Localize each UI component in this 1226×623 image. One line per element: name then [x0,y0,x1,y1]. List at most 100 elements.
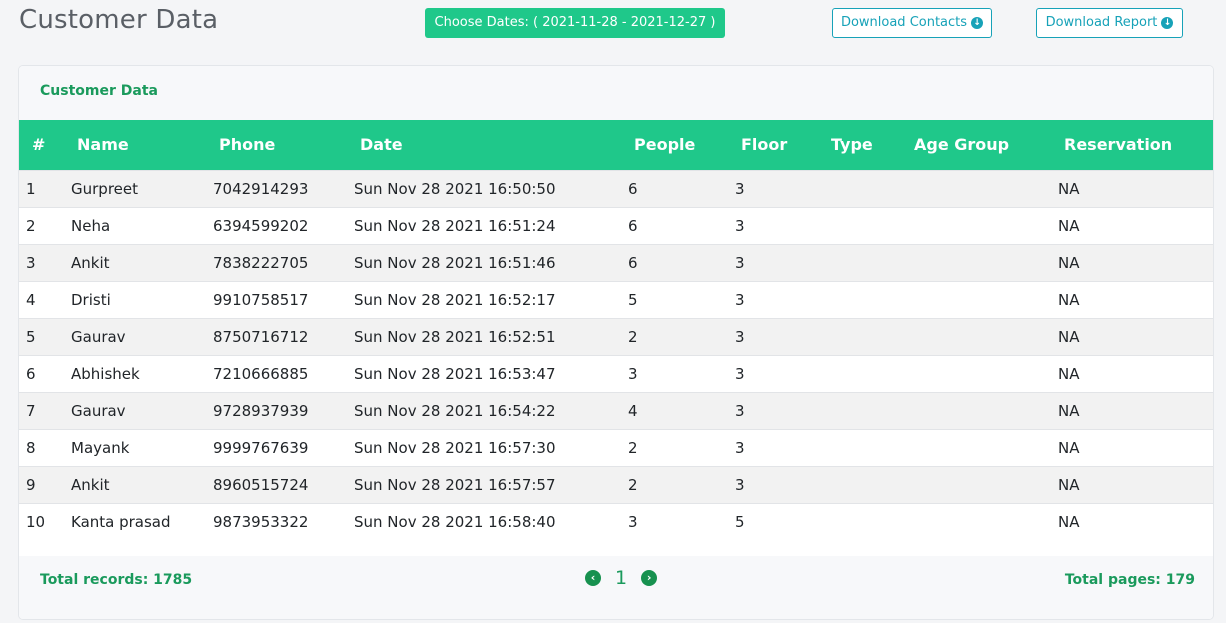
table-row[interactable]: 4 Dristi 9910758517 Sun Nov 28 2021 16:52:1… [19,281,1213,318]
phone-cell: 7042914293 [213,179,309,198]
page-number[interactable]: 1 [615,567,627,589]
people-cell: 2 [628,475,638,494]
card-title: Customer Data [19,66,1213,120]
date-cell: Sun Nov 28 2021 16:51:46 [354,253,556,272]
age-group-cell [908,207,1058,244]
arrow-circle-down-icon: ↓ [1161,17,1174,29]
column-header[interactable]: People [628,120,735,170]
download-contacts-label: Download Contacts [840,15,968,30]
floor-cell: 3 [735,179,745,198]
card-footer: Total records: 1785 ‹ 1 › Total pages: 1… [19,556,1213,619]
column-header[interactable]: # [19,120,71,170]
type-cell [825,392,908,429]
reservation-cell: NA [1058,364,1080,383]
reservation-cell: NA [1058,290,1080,309]
table-header-row: # Name Phone Date People Floor Type Age … [19,120,1213,170]
age-group-cell [908,281,1058,318]
row-number-cell: 7 [26,401,36,420]
name-cell: Gaurav [71,401,126,420]
name-cell: Dristi [71,290,111,309]
table-row[interactable]: 10 Kanta prasad 9873953322 Sun Nov 28 2021 … [19,503,1213,540]
name-cell: Ankit [71,475,110,494]
reservation-cell: NA [1058,253,1080,272]
download-contacts-button[interactable]: Download Contacts ↓ [832,8,992,38]
table-row[interactable]: 1 Gurpreet 7042914293 Sun Nov 28 2021 16:50… [19,170,1213,207]
column-header[interactable]: Name [71,120,213,170]
column-header[interactable]: Type [825,120,908,170]
age-group-cell [908,429,1058,466]
total-records: Total records: 1785 [40,572,193,588]
floor-cell: 3 [735,364,745,383]
table-row[interactable]: 9 Ankit 8960515724 Sun Nov 28 2021 16:57:57… [19,466,1213,503]
type-cell [825,207,908,244]
choose-dates-button[interactable]: Choose Dates: ( 2021-11-28 - 2021-12-27 … [425,8,725,38]
name-cell: Gurpreet [71,179,138,198]
pagination: ‹ 1 › [585,567,658,589]
table-row[interactable]: 3 Ankit 7838222705 Sun Nov 28 2021 16:51:46… [19,244,1213,281]
date-cell: Sun Nov 28 2021 16:52:17 [354,290,556,309]
type-cell [825,318,908,355]
column-header[interactable]: Age Group [908,120,1058,170]
phone-cell: 6394599202 [213,216,309,235]
floor-cell: 3 [735,253,745,272]
row-number-cell: 3 [26,253,36,272]
table-row[interactable]: 5 Gaurav 8750716712 Sun Nov 28 2021 16:52:5… [19,318,1213,355]
table-row[interactable]: 8 Mayank 9999767639 Sun Nov 28 2021 16:57:3… [19,429,1213,466]
type-cell [825,466,908,503]
chevron-circle-left-icon[interactable]: ‹ [585,570,601,586]
column-header[interactable]: Floor [735,120,825,170]
column-header[interactable]: Reservation [1058,120,1213,170]
download-report-button[interactable]: Download Report ↓ [1036,8,1183,38]
row-number-cell: 4 [26,290,36,309]
phone-cell: 8750716712 [213,327,309,346]
people-cell: 6 [628,179,638,198]
customer-table: # Name Phone Date People Floor Type Age … [19,120,1213,540]
reservation-cell: NA [1058,327,1080,346]
date-cell: Sun Nov 28 2021 16:57:57 [354,475,556,494]
age-group-cell [908,244,1058,281]
reservation-cell: NA [1058,179,1080,198]
floor-cell: 3 [735,475,745,494]
phone-cell: 9873953322 [213,512,309,531]
type-cell [825,503,908,540]
row-number-cell: 8 [26,438,36,457]
row-number-cell: 9 [26,475,36,494]
floor-cell: 3 [735,401,745,420]
reservation-cell: NA [1058,216,1080,235]
chevron-circle-right-icon[interactable]: › [641,570,658,586]
table-row[interactable]: 2 Neha 6394599202 Sun Nov 28 2021 16:51:24 6… [19,207,1213,244]
date-cell: Sun Nov 28 2021 16:58:40 [354,512,556,531]
row-number-cell: 2 [26,216,36,235]
column-header[interactable]: Date [354,120,628,170]
date-cell: Sun Nov 28 2021 16:57:30 [354,438,556,457]
phone-cell: 7838222705 [213,253,309,272]
phone-cell: 7210666885 [213,364,309,383]
reservation-cell: NA [1058,512,1080,531]
table-row[interactable]: 6 Abhishek 7210666885 Sun Nov 28 2021 16:53… [19,355,1213,392]
row-number-cell: 5 [26,327,36,346]
column-header[interactable]: Phone [213,120,354,170]
floor-cell: 3 [735,290,745,309]
reservation-cell: NA [1058,438,1080,457]
people-cell: 5 [628,290,638,309]
people-cell: 6 [628,253,638,272]
total-pages: Total pages: 179 [1064,572,1195,588]
reservation-cell: NA [1058,401,1080,420]
type-cell [825,244,908,281]
floor-cell: 3 [735,327,745,346]
customer-data-card: Customer Data # Name Phone Date People F… [18,65,1214,620]
age-group-cell [908,392,1058,429]
date-cell: Sun Nov 28 2021 16:54:22 [354,401,556,420]
page-title: Customer Data [19,5,219,35]
phone-cell: 9999767639 [213,438,309,457]
people-cell: 4 [628,401,638,420]
download-report-label: Download Report [1045,15,1158,30]
age-group-cell [908,466,1058,503]
phone-cell: 9728937939 [213,401,309,420]
reservation-cell: NA [1058,475,1080,494]
people-cell: 2 [628,438,638,457]
name-cell: Mayank [71,438,130,457]
row-number-cell: 10 [26,512,46,531]
name-cell: Neha [71,216,111,235]
table-row[interactable]: 7 Gaurav 9728937939 Sun Nov 28 2021 16:54:2… [19,392,1213,429]
